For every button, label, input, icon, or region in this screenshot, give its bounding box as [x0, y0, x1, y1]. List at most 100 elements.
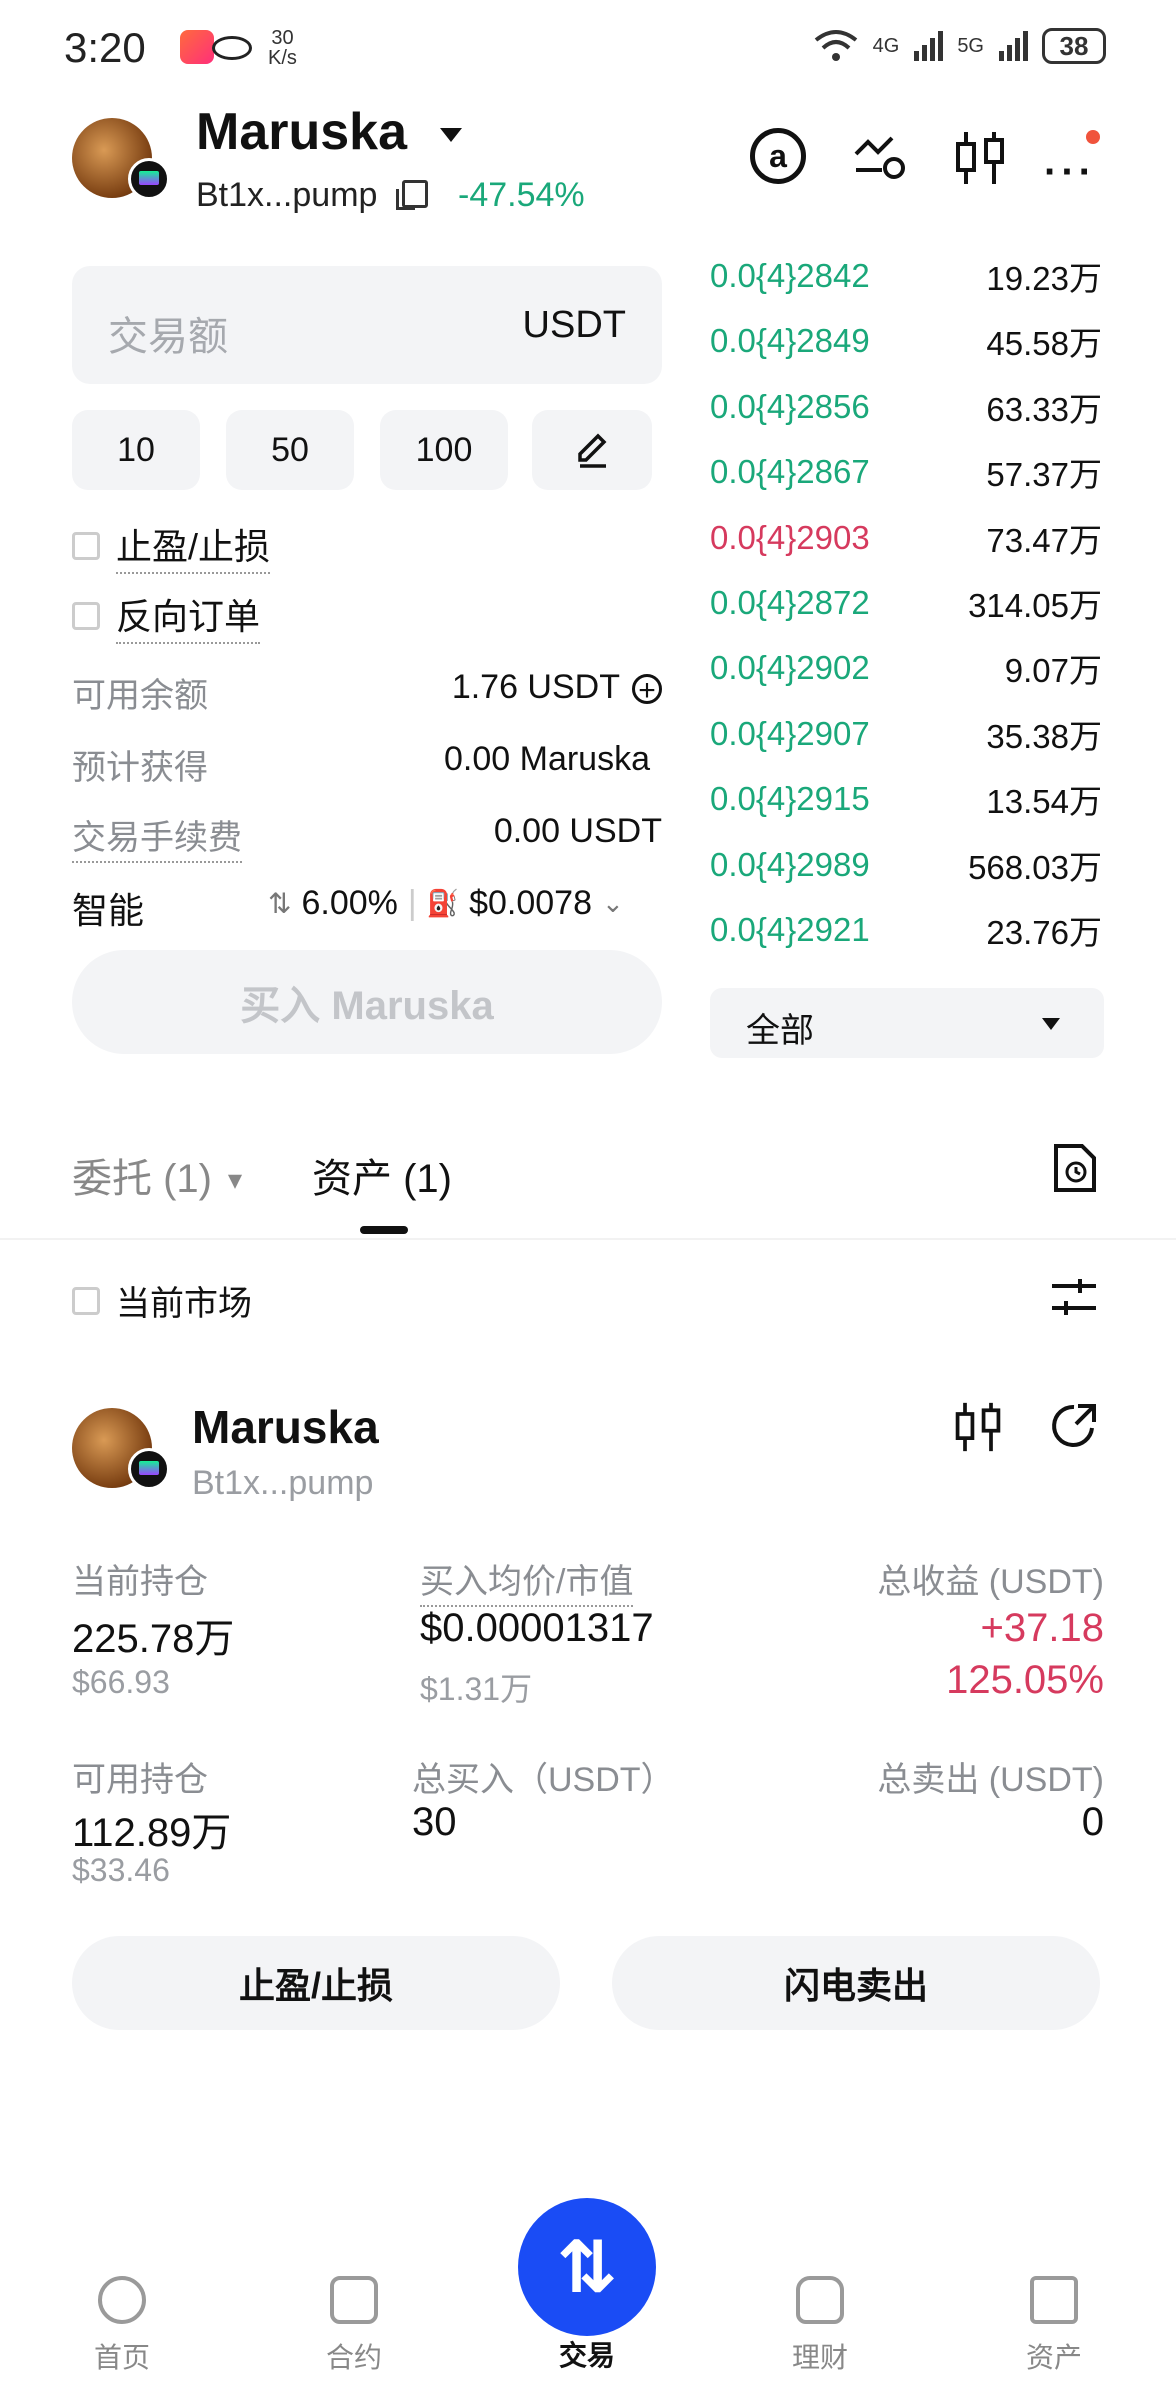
battery-icon: 38: [1042, 28, 1106, 64]
current-market-option[interactable]: 当前市场: [72, 1276, 252, 1325]
price-alert-icon[interactable]: [852, 130, 908, 186]
order-book-quantity: 9.07万: [1004, 652, 1102, 689]
quick-amount-50[interactable]: 50: [226, 410, 354, 490]
avg-price-value: $0.00001317: [420, 1606, 654, 1650]
total-buy-label: 总买入（USDT）: [412, 1761, 675, 1799]
trade-fab-icon[interactable]: ⇅: [518, 2198, 656, 2336]
reverse-order-label: 反向订单: [116, 588, 261, 644]
order-book-row[interactable]: 0.0{4}2915 13.54万: [710, 769, 1102, 829]
tp-sl-option[interactable]: 止盈/止损: [72, 518, 271, 574]
nav-contract-label: 合约: [325, 2342, 382, 2373]
candlestick-chart-icon[interactable]: [952, 1398, 1004, 1456]
holding-token-name[interactable]: Maruska: [192, 1400, 379, 1454]
amount-unit: USDT: [522, 304, 626, 346]
separator: |: [407, 884, 417, 922]
smart-settings[interactable]: ⇅ 6.00% | ⛽ $0.0078 ⌄: [268, 884, 624, 923]
amount-input[interactable]: 交易额 USDT: [72, 266, 662, 384]
fee-value: 0.00 USDT: [493, 812, 662, 850]
at-mention-icon[interactable]: a: [750, 128, 806, 184]
active-tab-indicator: [360, 1226, 408, 1234]
order-book-quantity: 35.38万: [986, 718, 1102, 755]
slippage-value: 6.00%: [301, 884, 398, 922]
current-market-label: 当前市场: [116, 1285, 252, 1323]
nav-finance[interactable]: 理财: [750, 2276, 890, 2376]
expected-value: 0.00 Maruska: [444, 740, 650, 778]
deposit-plus-icon[interactable]: +: [632, 674, 662, 706]
copy-icon[interactable]: [396, 180, 428, 210]
chevron-down-icon: ⌄: [602, 888, 624, 918]
order-book-price: 0.0{4}2989: [710, 846, 870, 883]
current-market-checkbox[interactable]: [72, 1286, 100, 1315]
network-speed-unit: K/s: [268, 47, 297, 69]
network-speed: 30 K/s: [268, 28, 297, 68]
order-book-quantity: 314.05万: [968, 587, 1102, 624]
order-book-row[interactable]: 0.0{4}2856 63.33万: [710, 377, 1102, 437]
nav-assets-label: 资产: [1025, 2342, 1082, 2373]
candlestick-chart-icon[interactable]: [952, 128, 1008, 188]
order-book-price: 0.0{4}2867: [710, 453, 870, 490]
nav-home[interactable]: 首页: [52, 2276, 192, 2376]
token-address: Bt1x...pump: [196, 176, 378, 214]
order-book-row[interactable]: 0.0{4}2989 568.03万: [710, 835, 1102, 895]
buy-button[interactable]: 买入 Maruska: [72, 950, 662, 1054]
order-book-price: 0.0{4}2902: [710, 649, 870, 686]
order-book-row[interactable]: 0.0{4}2921 23.76万: [710, 900, 1102, 960]
holding-token-address: Bt1x...pump: [192, 1464, 374, 1502]
status-time: 3:20: [64, 24, 146, 71]
total-sell-label: 总卖出 (USDT): [877, 1761, 1104, 1799]
wifi-icon: [814, 30, 857, 61]
avg-price-label: 买入均价/市值: [420, 1554, 634, 1607]
order-book-row[interactable]: 0.0{4}2872 314.05万: [710, 573, 1102, 633]
order-book-price: 0.0{4}2842: [710, 257, 870, 294]
tab-orders[interactable]: 委托 (1) ▼: [72, 1146, 247, 1204]
flash-sell-button[interactable]: 闪电卖出: [612, 1936, 1100, 2030]
position-usd: $66.93: [72, 1664, 170, 1700]
slippage-icon: ⇅: [268, 888, 292, 919]
pencil-icon: [578, 433, 607, 468]
gas-value: $0.0078: [469, 884, 592, 922]
reverse-order-option[interactable]: 反向订单: [72, 588, 261, 644]
available-balance-label: 可用余额: [72, 677, 208, 715]
order-book-row[interactable]: 0.0{4}2842 19.23万: [710, 246, 1102, 306]
reverse-order-checkbox[interactable]: [72, 602, 100, 630]
token-selector-caret-icon[interactable]: [440, 128, 462, 142]
available-position-value: 112.89万: [72, 1811, 232, 1855]
tab-assets[interactable]: 资产 (1): [312, 1146, 452, 1204]
order-book-quantity: 45.58万: [986, 325, 1102, 362]
more-menu-icon[interactable]: ···: [1044, 150, 1096, 195]
smart-mode-label: 智能: [72, 890, 145, 931]
available-position-usd: $33.46: [72, 1852, 170, 1888]
order-book-row[interactable]: 0.0{4}2902 9.07万: [710, 638, 1102, 698]
nav-finance-label: 理财: [791, 2342, 848, 2373]
notification-dot: [1086, 130, 1100, 144]
amount-placeholder: 交易额: [108, 315, 228, 359]
filter-settings-icon[interactable]: [1050, 1276, 1098, 1318]
nav-assets[interactable]: 资产: [984, 2276, 1124, 2376]
token-title[interactable]: Maruska: [196, 102, 407, 162]
total-pnl-value: +37.18: [980, 1606, 1104, 1650]
order-history-icon[interactable]: [1052, 1142, 1098, 1194]
quick-amount-100[interactable]: 100: [380, 410, 508, 490]
expected-label: 预计获得: [72, 749, 208, 787]
nav-contract[interactable]: 合约: [284, 2276, 424, 2376]
order-book-price: 0.0{4}2907: [710, 715, 870, 752]
order-book-row[interactable]: 0.0{4}2907 35.38万: [710, 704, 1102, 764]
order-book-filter[interactable]: 全部: [710, 988, 1104, 1058]
quick-amount-10[interactable]: 10: [72, 410, 200, 490]
nav-trade-label[interactable]: 交易: [518, 2334, 656, 2374]
network-4g: 4G: [872, 34, 900, 57]
order-book-quantity: 19.23万: [986, 260, 1102, 297]
tp-sl-checkbox[interactable]: [72, 532, 100, 560]
share-icon[interactable]: [1048, 1400, 1100, 1452]
edit-quick-amounts-button[interactable]: [532, 410, 652, 490]
tp-sl-button[interactable]: 止盈/止损: [72, 1936, 560, 2030]
signal-icon: [999, 31, 1028, 61]
market-cap-value: $1.31万: [420, 1671, 533, 1707]
total-pnl-percent: 125.05%: [946, 1658, 1104, 1702]
order-book-row[interactable]: 0.0{4}2903 73.47万: [710, 508, 1102, 568]
order-book-quantity: 63.33万: [986, 391, 1102, 428]
order-book-quantity: 23.76万: [986, 914, 1102, 951]
order-book-row[interactable]: 0.0{4}2867 57.37万: [710, 442, 1102, 502]
order-book-row[interactable]: 0.0{4}2849 45.58万: [710, 311, 1102, 371]
signal-icon: [914, 31, 944, 61]
